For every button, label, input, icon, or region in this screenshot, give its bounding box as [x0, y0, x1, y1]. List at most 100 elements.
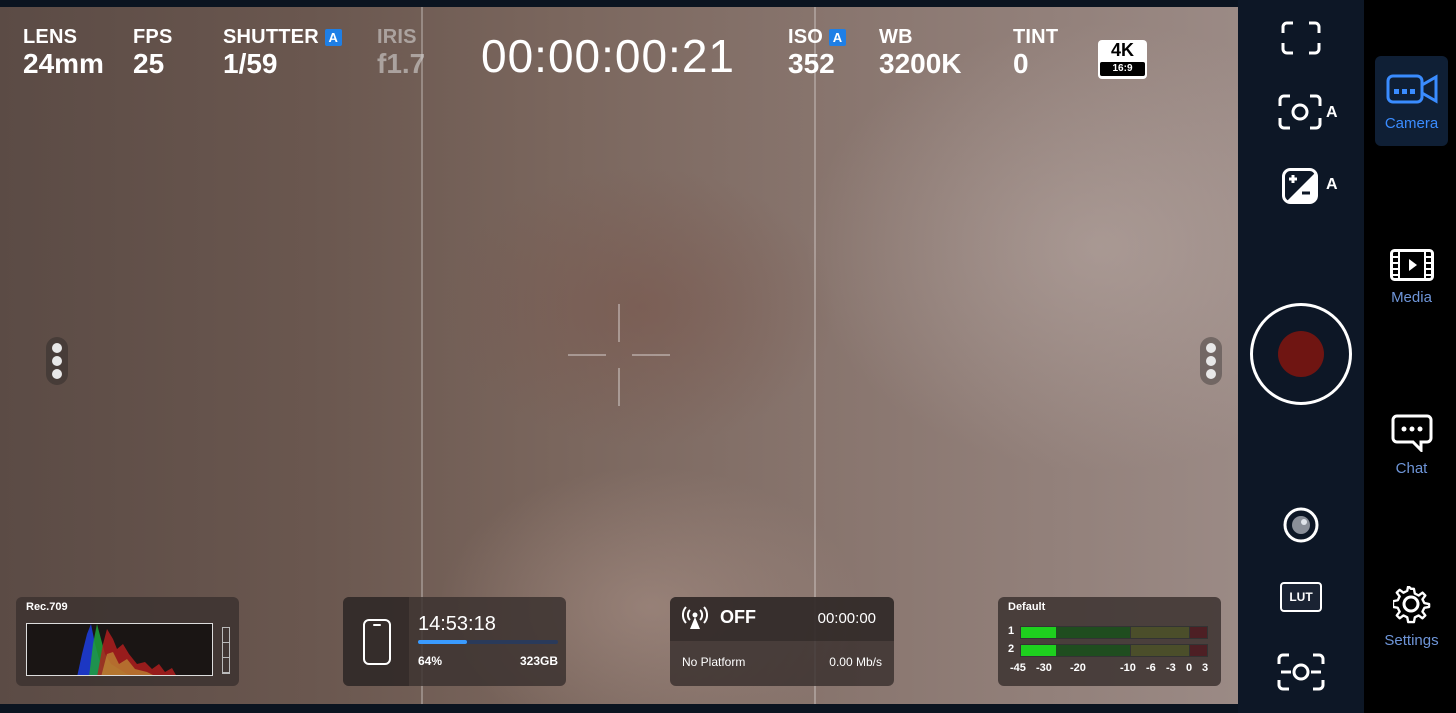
crosshair-v-top — [618, 304, 620, 342]
tint-param[interactable]: TINT 0 — [1013, 25, 1058, 79]
antenna-icon — [682, 606, 708, 629]
scale-tick: -6 — [1146, 662, 1156, 674]
stream-status: OFF — [720, 607, 756, 627]
resolution-main: 4K — [1110, 40, 1134, 60]
dot-icon — [52, 355, 62, 366]
lens-label: LENS — [23, 25, 78, 48]
lens-param[interactable]: LENS 24mm — [23, 25, 104, 79]
resolution-aspect: 16:9 — [1100, 62, 1145, 76]
stream-time: 00:00:00 — [817, 610, 876, 627]
channel-1-meter — [1020, 626, 1208, 639]
autofocus-button[interactable]: A — [1278, 90, 1338, 134]
nav-settings[interactable]: Settings — [1375, 572, 1448, 662]
nav-settings-label: Settings — [1384, 631, 1439, 649]
iso-label: ISO — [788, 25, 824, 48]
nav-camera[interactable]: Camera — [1375, 56, 1448, 146]
record-button[interactable] — [1250, 303, 1352, 405]
fullscreen-button[interactable] — [1278, 18, 1324, 58]
iris-label: IRIS — [377, 25, 417, 48]
lut-button[interactable]: LUT — [1280, 582, 1322, 612]
storage-free: 323GB — [519, 654, 558, 668]
tint-value: 0 — [1013, 48, 1029, 79]
stream-rate: 0.00 Mb/s — [829, 655, 882, 669]
wb-param[interactable]: WB 3200K — [879, 25, 962, 79]
fps-param[interactable]: FPS 25 — [133, 25, 173, 79]
timecode: 00:00:00:21 — [481, 30, 736, 82]
dot-icon — [1206, 342, 1216, 353]
video-camera-icon — [1386, 73, 1437, 104]
lens-value: 24mm — [23, 48, 104, 79]
iris-param[interactable]: IRIS f1.7 — [377, 25, 425, 79]
channel-1-label: 1 — [1008, 625, 1015, 637]
storage-bar — [418, 640, 558, 644]
histogram-panel[interactable]: Rec.709 — [16, 597, 239, 686]
scale-tick: -3 — [1166, 662, 1176, 674]
nav-media-label: Media — [1391, 288, 1432, 306]
nav-chat[interactable]: Chat — [1375, 400, 1448, 490]
histogram-title: Rec.709 — [26, 601, 68, 613]
stream-top: OFF 00:00:00 — [670, 597, 894, 641]
nav-media[interactable]: Media — [1375, 232, 1448, 322]
fps-label: FPS — [133, 25, 173, 48]
scale-tick: -20 — [1070, 662, 1086, 674]
chat-bubble-icon — [1391, 414, 1432, 452]
exposure-auto-mark: A — [1326, 176, 1338, 193]
nav-camera-label: Camera — [1384, 114, 1439, 132]
exposure-button[interactable]: A — [1282, 166, 1342, 206]
channel-1-level — [1021, 627, 1057, 638]
scale-tick: -10 — [1120, 662, 1136, 674]
lens-icon — [1283, 507, 1319, 543]
phone-storage-box — [343, 597, 409, 686]
iso-auto-badge: A — [829, 28, 847, 46]
scale-tick: -30 — [1036, 662, 1052, 674]
resolution-badge[interactable]: 4K 16:9 — [1098, 40, 1147, 79]
storage-bar-fill — [418, 640, 467, 644]
dot-icon — [52, 342, 62, 353]
record-time-remaining: 14:53:18 — [418, 613, 496, 635]
camera-flip-icon — [1277, 653, 1325, 691]
scale-tick: -45 — [1010, 662, 1026, 674]
shutter-param[interactable]: SHUTTER A 1/59 — [223, 25, 342, 79]
audio-scale: -45 -30 -20 -10 -6 -3 0 3 — [1008, 662, 1220, 676]
wb-label: WB — [879, 25, 913, 48]
shutter-value: 1/59 — [223, 48, 278, 79]
left-more-menu[interactable] — [46, 337, 68, 385]
focus-icon — [1278, 94, 1322, 130]
bottom-nav: Camera Media Chat Settings — [1364, 0, 1456, 713]
right-more-menu[interactable] — [1200, 337, 1222, 385]
exposure-icon — [1282, 168, 1318, 204]
storage-percent: 64% — [418, 654, 443, 668]
lens-switch-button[interactable] — [1281, 505, 1321, 545]
shutter-label: SHUTTER — [223, 25, 319, 48]
focus-auto-mark: A — [1326, 104, 1338, 121]
film-strip-icon — [1389, 248, 1434, 281]
shutter-auto-badge: A — [324, 28, 342, 46]
iso-value: 352 — [788, 48, 835, 79]
dot-icon — [52, 369, 62, 380]
fps-value: 25 — [133, 48, 165, 79]
nav-chat-label: Chat — [1395, 459, 1428, 477]
iso-param[interactable]: ISO A 352 — [788, 25, 847, 79]
audio-meter-panel[interactable]: Default 1 2 -45 -30 -20 -10 -6 -3 0 3 — [998, 597, 1221, 686]
viewfinder[interactable]: LENS 24mm FPS 25 SHUTTER A 1/59 IRIS f1.7… — [0, 7, 1238, 704]
record-dot-icon — [1278, 331, 1324, 377]
histogram-clip-indicator — [222, 627, 230, 674]
gear-icon — [1392, 585, 1430, 623]
crosshair-h-right — [632, 354, 670, 356]
dot-icon — [1206, 355, 1216, 366]
crosshair-h-left — [568, 354, 606, 356]
crosshair-v-bottom — [618, 368, 620, 406]
phone-icon — [363, 619, 391, 665]
storage-panel[interactable]: 14:53:18 64% 323GB — [343, 597, 566, 686]
scale-tick: 3 — [1202, 662, 1209, 674]
stream-panel[interactable]: OFF 00:00:00 No Platform 0.00 Mb/s — [670, 597, 894, 686]
camera-flip-button[interactable] — [1276, 650, 1326, 694]
scale-tick: 0 — [1186, 662, 1193, 674]
dot-icon — [1206, 369, 1216, 380]
iris-value: f1.7 — [377, 48, 426, 79]
channel-2-meter — [1020, 644, 1208, 657]
wb-value: 3200K — [879, 48, 962, 79]
channel-2-level — [1021, 645, 1057, 656]
control-column: A A LUT — [1238, 0, 1364, 713]
stream-platform: No Platform — [682, 655, 746, 669]
